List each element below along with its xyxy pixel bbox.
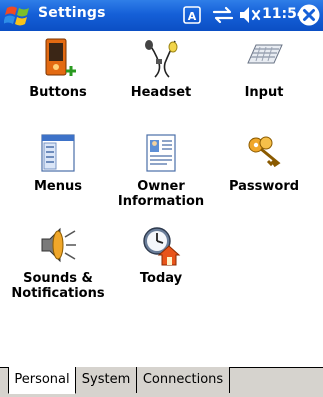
title-bar: Settings A 11:54: [0, 0, 323, 31]
settings-item-buttons[interactable]: Buttons: [8, 37, 108, 100]
settings-item-label: Input: [244, 85, 284, 100]
tab-system[interactable]: System: [76, 367, 137, 393]
keyboard-icon: [247, 44, 283, 64]
settings-item-label: Today: [139, 271, 183, 286]
svg-text:A: A: [188, 10, 197, 23]
connectivity-icon[interactable]: [210, 4, 236, 26]
settings-item-label: Headset: [130, 85, 192, 100]
settings-item-label: Menus: [33, 179, 82, 194]
tab-connections[interactable]: Connections: [137, 367, 230, 393]
today-icon: [143, 227, 181, 266]
speaker-icon: [41, 227, 76, 263]
input-panel-icon[interactable]: A: [182, 4, 202, 26]
tab-personal[interactable]: Personal: [8, 367, 76, 394]
app-title: Settings: [38, 5, 106, 21]
buttons-icon: [45, 38, 76, 76]
settings-item-label: Owner Information: [117, 179, 205, 209]
menus-icon: [41, 134, 75, 172]
settings-item-menus[interactable]: Menus: [8, 131, 108, 194]
keys-icon: [248, 136, 281, 168]
settings-item-label: Buttons: [29, 85, 87, 100]
settings-item-label: Sounds & Notifications: [11, 271, 105, 301]
settings-item-input[interactable]: Input: [214, 37, 314, 100]
owner-information-icon: [146, 134, 176, 172]
settings-item-today[interactable]: Today: [111, 223, 211, 286]
windows-start-icon[interactable]: [4, 3, 34, 29]
settings-item-label: Password: [228, 179, 300, 194]
settings-item-sounds-notifications[interactable]: Sounds & Notifications: [8, 223, 108, 301]
tab-bar: Personal System Connections: [0, 367, 323, 397]
settings-item-headset[interactable]: Headset: [111, 37, 211, 100]
headset-icon: [145, 40, 178, 78]
settings-grid: Buttons Headset Input Menus Owner Inform…: [0, 31, 323, 366]
volume-icon[interactable]: [238, 4, 262, 26]
settings-item-owner-information[interactable]: Owner Information: [111, 131, 211, 209]
close-icon[interactable]: [297, 3, 321, 27]
settings-item-password[interactable]: Password: [214, 131, 314, 194]
